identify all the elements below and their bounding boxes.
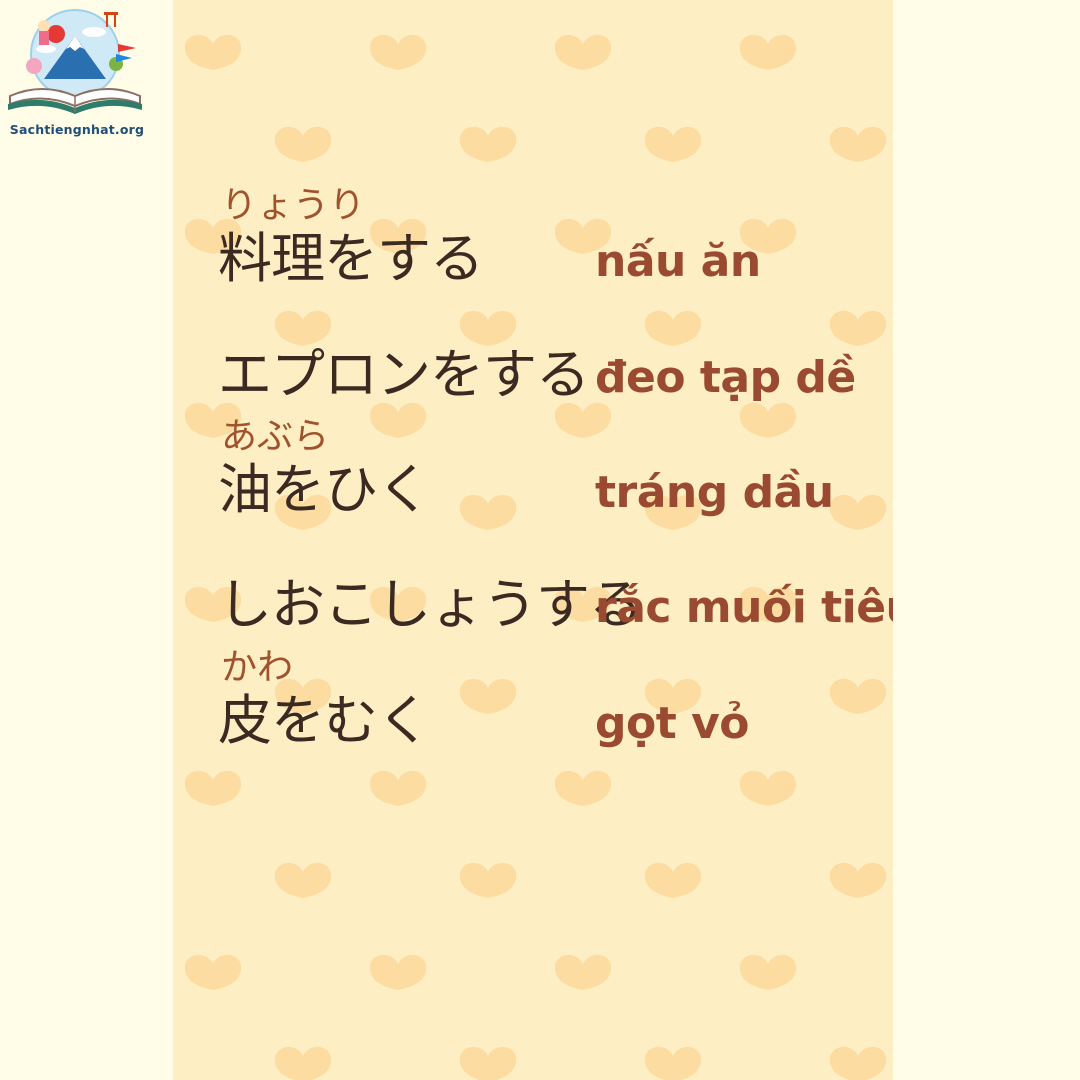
heart-icon <box>829 1047 887 1080</box>
heart-icon <box>644 126 702 162</box>
vocabulary-card: りょうり 料理をする nấu ăn エプロンをする đeo tạp dề あぶら… <box>173 0 893 1080</box>
heart-icon <box>274 862 332 898</box>
vocab-row: しおこしょうする rắc muối tiêu <box>173 532 893 642</box>
vietnamese-meaning: đeo tạp dề <box>595 352 856 403</box>
heart-icon <box>739 34 797 70</box>
japanese-phrase: 油をひく <box>218 458 431 521</box>
heart-icon <box>369 954 427 990</box>
heart-icon <box>644 1047 702 1080</box>
japanese-phrase: しおこしょうする <box>218 573 643 636</box>
vietnamese-meaning: nấu ăn <box>595 236 761 287</box>
heart-icon <box>274 1047 332 1080</box>
heart-icon <box>554 770 612 806</box>
heart-icon <box>739 954 797 990</box>
vocab-row: エプロンをする đeo tạp dề <box>173 302 893 412</box>
heart-icon <box>829 126 887 162</box>
heart-icon <box>184 34 242 70</box>
heart-icon <box>184 954 242 990</box>
vietnamese-meaning: tráng dầu <box>595 467 834 518</box>
heart-icon <box>829 862 887 898</box>
heart-icon <box>644 862 702 898</box>
site-logo[interactable]: Sachtiengnhat.org <box>4 4 146 142</box>
heart-icon <box>369 34 427 70</box>
heart-icon <box>184 770 242 806</box>
page: Sachtiengnhat.org りょうり 料理をする nấu ăn エプロン… <box>0 0 1080 1080</box>
vocab-row: あぶら 油をひく tráng dầu <box>173 417 893 527</box>
furigana-reading: あぶら <box>221 416 330 457</box>
vietnamese-meaning: rắc muối tiêu <box>595 582 893 633</box>
heart-icon <box>554 954 612 990</box>
heart-icon <box>459 126 517 162</box>
heart-icon <box>459 862 517 898</box>
heart-icon <box>554 34 612 70</box>
furigana-reading: りょうり <box>221 185 366 226</box>
vietnamese-meaning: gọt vỏ <box>595 698 750 749</box>
heart-icon <box>459 1047 517 1080</box>
vocab-row: りょうり 料理をする nấu ăn <box>173 186 893 296</box>
vocab-row: かわ 皮をむく gọt vỏ <box>173 648 893 758</box>
open-book-mount-fuji-logo-icon <box>8 9 142 114</box>
japanese-phrase: エプロンをする <box>218 343 590 406</box>
heart-icon <box>369 770 427 806</box>
japanese-phrase: 料理をする <box>218 227 484 290</box>
logo-text: Sachtiengnhat.org <box>9 122 145 137</box>
japanese-phrase: 皮をむく <box>218 689 431 752</box>
heart-icon <box>274 126 332 162</box>
heart-icon <box>739 770 797 806</box>
furigana-reading: かわ <box>221 647 294 688</box>
